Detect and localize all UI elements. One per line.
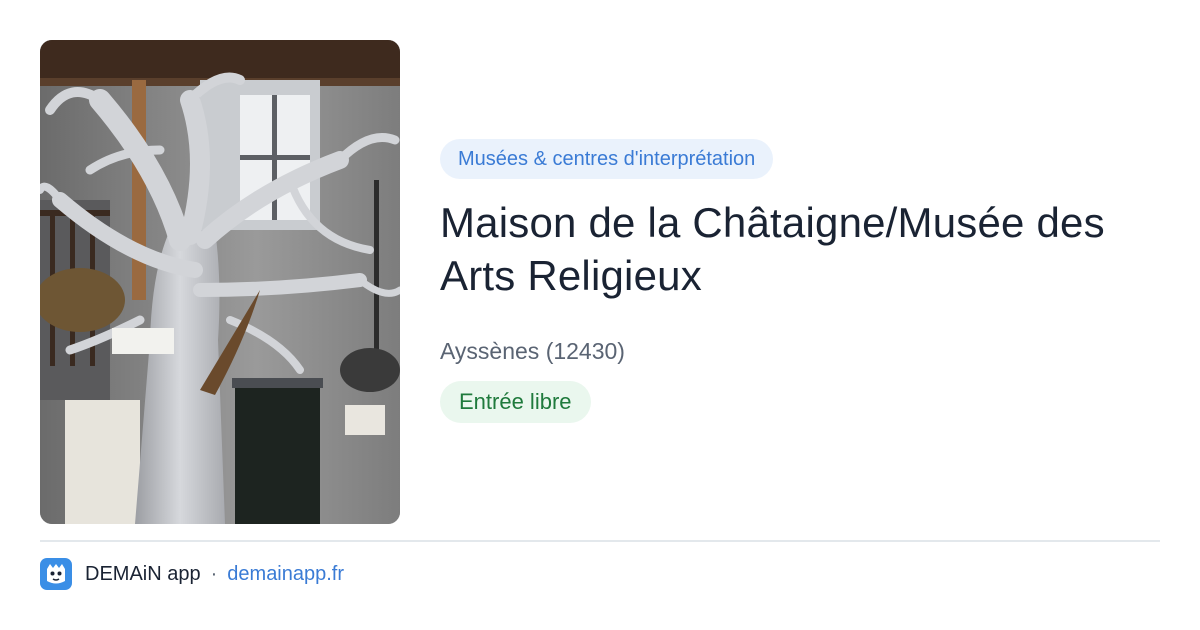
- category-badge[interactable]: Musées & centres d'interprétation: [440, 139, 774, 179]
- footer-divider: [40, 540, 1160, 542]
- domain-link[interactable]: demainapp.fr: [227, 563, 344, 586]
- footer-separator: ·: [210, 562, 218, 585]
- venue-location: Ayssènes (12430): [440, 338, 625, 364]
- share-card: Musées & centres d'interprétation Maison…: [0, 0, 1200, 630]
- app-name: DEMAiN app: [85, 562, 201, 585]
- entry-status-badge: Entrée libre: [440, 381, 591, 423]
- venue-title: Maison de la Châtaigne/Musée des Arts Re…: [440, 199, 1105, 299]
- demain-app-logo-icon: [40, 558, 72, 590]
- footer: DEMAiN app · demainapp.fr: [40, 558, 344, 590]
- venue-info: Musées & centres d'interprétation Maison…: [440, 139, 1160, 423]
- venue-photo: [40, 40, 400, 524]
